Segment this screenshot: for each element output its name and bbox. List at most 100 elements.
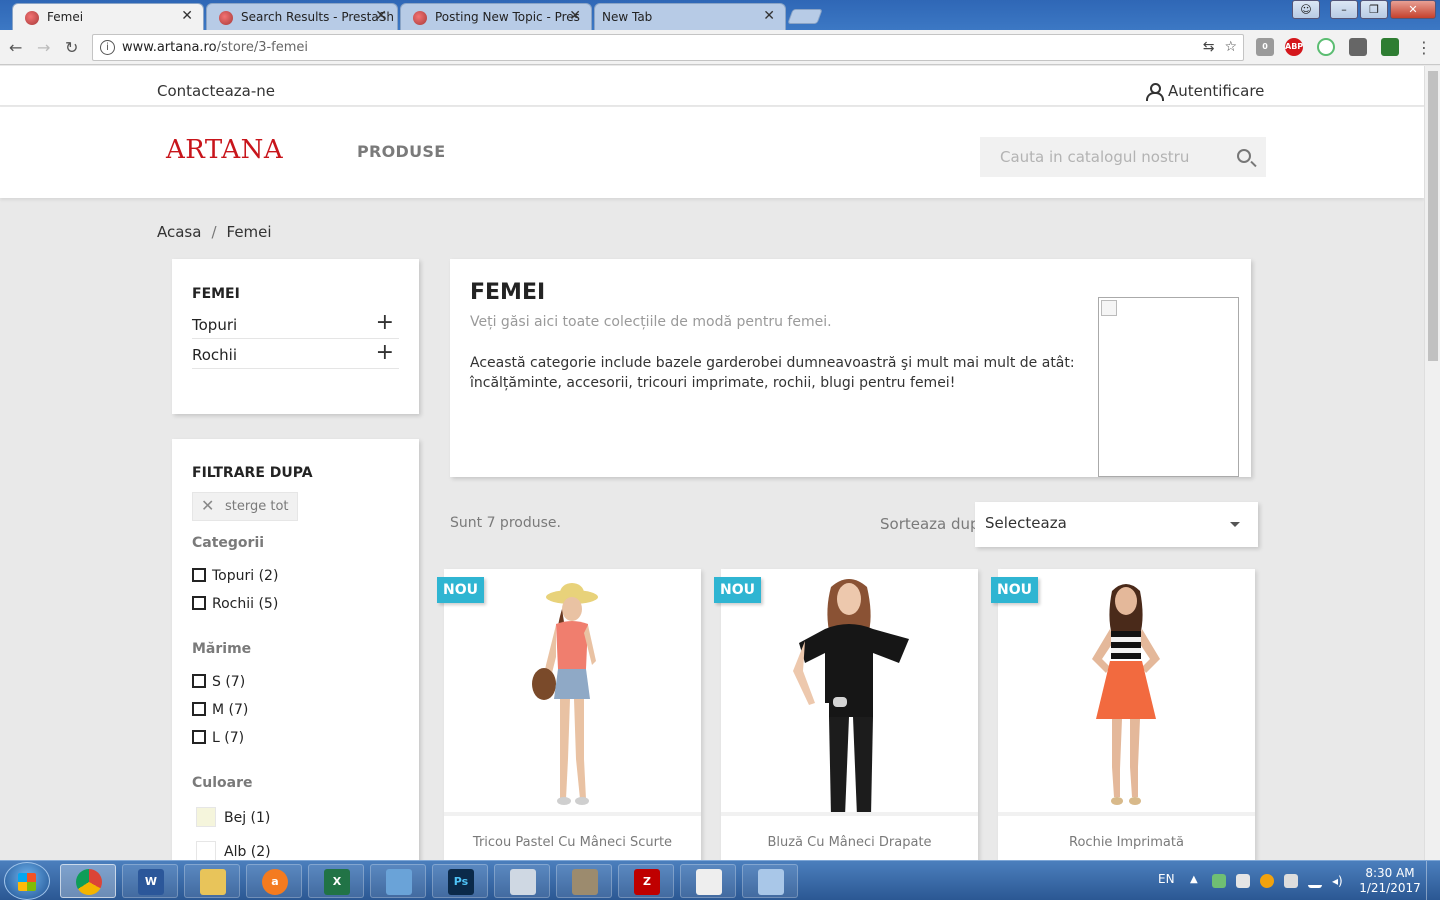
adblock-icon[interactable]: ABP xyxy=(1285,38,1303,56)
taskbar-photoshop[interactable]: Ps xyxy=(432,864,488,898)
filter-option-color-bej[interactable]: Bej (1) xyxy=(192,807,270,827)
shop-logo[interactable]: ARTANA xyxy=(166,135,283,165)
extension-icon[interactable]: 0 xyxy=(1256,38,1274,56)
expand-plus-icon[interactable]: + xyxy=(376,340,394,365)
clock-time: 8:30 AM xyxy=(1365,866,1415,880)
color-swatch[interactable] xyxy=(196,807,216,827)
clear-all-button[interactable]: ✕ sterge tot xyxy=(192,492,298,521)
search-icon[interactable] xyxy=(1237,149,1251,163)
breadcrumb-home[interactable]: Acasa xyxy=(157,223,201,241)
tray-device-icon[interactable] xyxy=(1284,874,1298,888)
checkbox[interactable] xyxy=(192,568,206,582)
close-tab-icon[interactable]: ✕ xyxy=(569,8,581,24)
tab-title: Femei xyxy=(47,10,84,24)
product-name[interactable]: Rochie Imprimată xyxy=(998,835,1255,850)
info-icon[interactable]: i xyxy=(100,40,115,55)
new-tab-button[interactable] xyxy=(787,9,823,24)
avast-icon: a xyxy=(262,869,288,895)
reload-icon[interactable]: ↻ xyxy=(65,38,78,57)
maximize-button[interactable]: ❐ xyxy=(1360,0,1388,19)
taskbar-excel[interactable]: X xyxy=(308,864,364,898)
checkbox[interactable] xyxy=(192,702,206,716)
scrollbar-thumb[interactable] xyxy=(1428,71,1438,361)
close-tab-icon[interactable]: ✕ xyxy=(375,8,387,24)
volume-icon[interactable]: ◂) xyxy=(1332,874,1346,888)
taskbar-avast[interactable]: a xyxy=(246,864,302,898)
product-card[interactable]: NOU Bluză Cu Mâneci Drapate xyxy=(714,569,978,860)
category-tree-title[interactable]: FEMEI xyxy=(192,286,240,302)
taskbar-grid-app[interactable] xyxy=(680,864,736,898)
tab-search-results[interactable]: Search Results - PrestaSh ✕ xyxy=(206,3,398,30)
product-card[interactable]: NOU Tricou Pastel Cu Mâneci Scurte xyxy=(437,569,701,860)
adblock-label: ABP xyxy=(1285,42,1304,51)
close-tab-icon[interactable]: ✕ xyxy=(181,8,193,24)
bookmark-star-icon[interactable]: ☆ xyxy=(1224,39,1237,55)
show-hidden-icons-icon[interactable]: ▲ xyxy=(1190,874,1204,888)
avast-tray-icon[interactable] xyxy=(1260,874,1274,888)
forward-arrow-icon[interactable]: → xyxy=(37,38,50,57)
download-extension-icon[interactable] xyxy=(1381,38,1399,56)
taskbar-explorer[interactable] xyxy=(184,864,240,898)
filter-option-color-alb[interactable]: Alb (2) xyxy=(192,841,271,860)
taskbar-filezilla[interactable]: Z xyxy=(618,864,674,898)
sort-selected-value: Selecteaza xyxy=(985,514,1067,532)
windows-taskbar: W a X Ps Z EN ▲ ◂) 8:30 AM 1/21/2017 xyxy=(0,860,1440,900)
product-image[interactable] xyxy=(444,569,701,816)
profile-icon[interactable]: ☺ xyxy=(1292,0,1320,19)
tab-posting-new-topic[interactable]: Posting New Topic - Pres ✕ xyxy=(400,3,592,30)
translate-icon[interactable]: ⇆ xyxy=(1203,39,1215,55)
products-count: Sunt 7 produse. xyxy=(450,515,561,531)
page-scrollbar[interactable] xyxy=(1424,66,1440,860)
menu-item-produse[interactable]: PRODUSE xyxy=(357,142,445,161)
action-center-flag-icon[interactable] xyxy=(1236,874,1250,888)
login-label: Autentificare xyxy=(1168,82,1265,100)
expand-plus-icon[interactable]: + xyxy=(376,310,394,335)
breadcrumb-current: Femei xyxy=(226,223,272,241)
search-input[interactable] xyxy=(980,137,1230,177)
login-link[interactable]: Autentificare xyxy=(1146,82,1265,101)
language-indicator[interactable]: EN xyxy=(1158,872,1175,886)
address-bar[interactable]: i www.artana.ro/store/3-femei ⇆ ☆ xyxy=(92,34,1244,61)
taskbar-chrome[interactable] xyxy=(60,864,116,898)
play-extension-icon[interactable] xyxy=(1317,38,1335,56)
filter-option-size-m[interactable]: M (7) xyxy=(192,702,248,718)
start-button[interactable] xyxy=(4,862,50,900)
category-item-topuri[interactable]: Topuri + xyxy=(192,309,399,339)
clock[interactable]: 8:30 AM 1/21/2017 xyxy=(1358,866,1422,896)
taskbar-word[interactable]: W xyxy=(122,864,178,898)
tab-femei[interactable]: Femei ✕ xyxy=(12,3,204,30)
sort-dropdown[interactable]: Selecteaza xyxy=(975,502,1258,547)
minimize-button[interactable]: – xyxy=(1330,0,1358,19)
filter-option-rochii[interactable]: Rochii (5) xyxy=(192,596,278,612)
category-item-rochii[interactable]: Rochii + xyxy=(192,339,399,369)
close-window-button[interactable]: ✕ xyxy=(1390,0,1436,19)
color-swatch[interactable] xyxy=(196,841,216,860)
gift-extension-icon[interactable] xyxy=(1349,38,1367,56)
checkbox[interactable] xyxy=(192,596,206,610)
windows-logo-icon xyxy=(18,873,36,891)
url-path: /store/3-femei xyxy=(216,40,309,55)
product-image[interactable] xyxy=(998,569,1255,816)
taskbar-app[interactable] xyxy=(370,864,426,898)
back-arrow-icon[interactable]: ← xyxy=(9,38,22,57)
new-badge: NOU xyxy=(991,577,1038,603)
product-name[interactable]: Tricou Pastel Cu Mâneci Scurte xyxy=(444,835,701,850)
contact-link[interactable]: Contacteaza-ne xyxy=(157,82,275,100)
product-card[interactable]: NOU Rochie Imprimată xyxy=(991,569,1255,860)
filter-option-topuri[interactable]: Topuri (2) xyxy=(192,568,278,584)
taskbar-notes[interactable] xyxy=(742,864,798,898)
tray-app-icon[interactable] xyxy=(1212,874,1226,888)
menu-kebab-icon[interactable]: ⋮ xyxy=(1416,38,1432,57)
checkbox[interactable] xyxy=(192,730,206,744)
product-image[interactable] xyxy=(721,569,978,816)
product-name[interactable]: Bluză Cu Mâneci Drapate xyxy=(721,835,978,850)
show-desktop-button[interactable] xyxy=(1426,861,1440,900)
checkbox[interactable] xyxy=(192,674,206,688)
tab-new-tab[interactable]: New Tab ✕ xyxy=(594,3,786,30)
filter-option-size-s[interactable]: S (7) xyxy=(192,674,245,690)
network-icon[interactable] xyxy=(1308,874,1322,888)
taskbar-games[interactable] xyxy=(556,864,612,898)
close-tab-icon[interactable]: ✕ xyxy=(763,8,775,24)
filter-option-size-l[interactable]: L (7) xyxy=(192,730,244,746)
taskbar-calculator[interactable] xyxy=(494,864,550,898)
